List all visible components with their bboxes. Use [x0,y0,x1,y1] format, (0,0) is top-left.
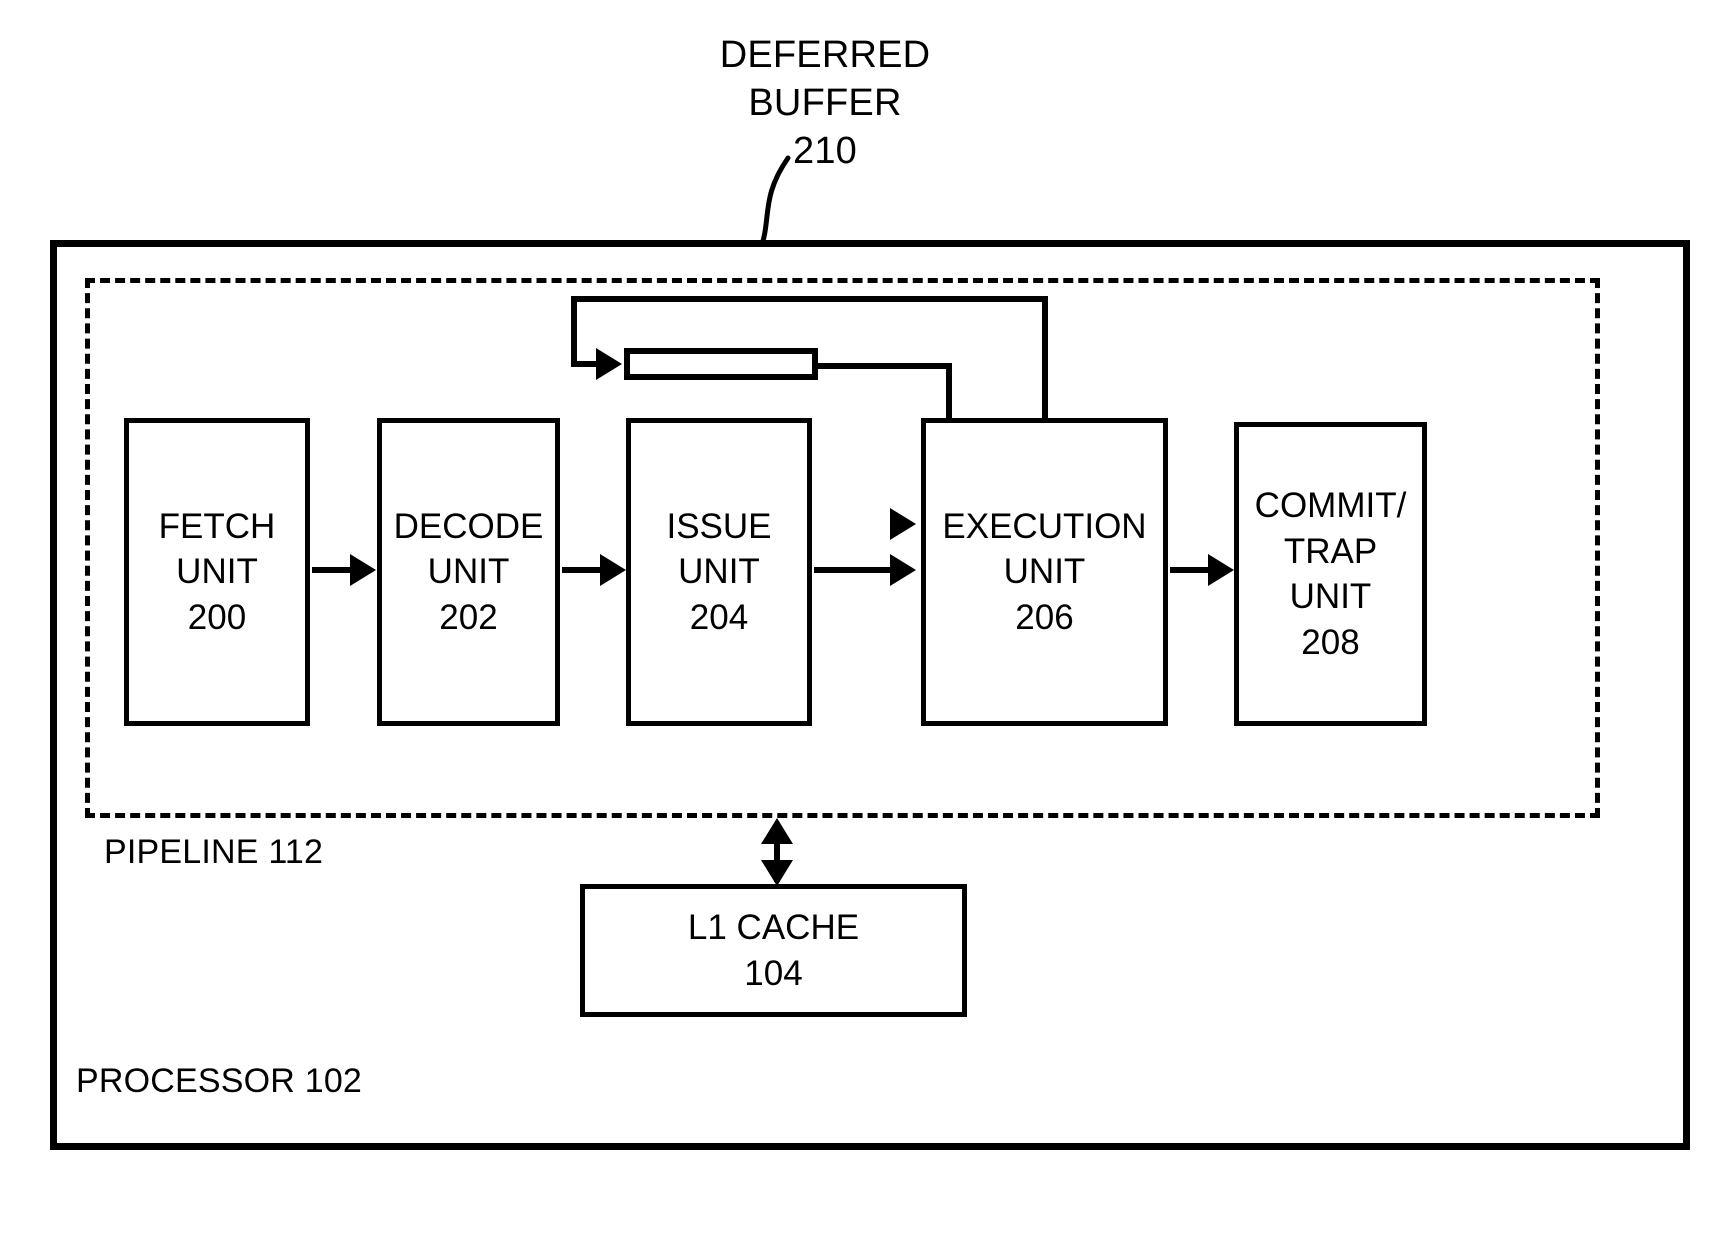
stage-issue-unit[interactable]: ISSUE UNIT 204 [626,418,812,726]
feedback-top-line [571,296,1048,302]
l1-cache-box[interactable]: L1 CACHE 104 [580,884,967,1017]
feedback-arrow-into-buffer [596,348,622,380]
stage-commit-trap-unit-label: COMMIT/ TRAP UNIT 208 [1254,486,1407,662]
arrow-head-execution-to-commit [1208,554,1234,586]
pipeline-label: PIPELINE 112 [104,833,324,871]
buffer-to-execution-arrow [890,508,916,540]
buffer-output-line [816,363,952,369]
feedback-riser-right [1042,296,1048,424]
arrow-head-decode-to-issue [600,554,626,586]
stage-fetch-unit-label: FETCH UNIT 200 [158,506,276,637]
arrow-head-fetch-to-decode [350,554,376,586]
stage-execution-unit-label: EXECUTION UNIT 206 [942,506,1147,637]
l1-cache-label: L1 CACHE 104 [687,908,860,993]
deferred-buffer-callout-label: DEFERRED BUFFER 210 [719,34,931,172]
arrow-head-issue-to-execution [890,554,916,586]
stage-issue-unit-label: ISSUE UNIT 204 [666,506,772,637]
arrow-line-issue-to-execution [814,567,896,573]
processor-label: PROCESSOR 102 [76,1062,363,1100]
cache-arrow-down [761,860,793,886]
arrow-line-fetch-to-decode [312,567,354,573]
arrow-line-decode-to-issue [562,567,604,573]
diagram-canvas: DEFERRED BUFFER 210 PROCESSOR 102 PIPELI… [0,0,1732,1255]
stage-decode-unit[interactable]: DECODE UNIT 202 [377,418,560,726]
stage-commit-trap-unit[interactable]: COMMIT/ TRAP UNIT 208 [1234,422,1427,726]
deferred-buffer-box [624,348,818,380]
stage-decode-unit-label: DECODE UNIT 202 [393,506,544,637]
stage-fetch-unit[interactable]: FETCH UNIT 200 [124,418,310,726]
stage-execution-unit[interactable]: EXECUTION UNIT 206 [921,418,1168,726]
feedback-drop-left [571,296,577,366]
